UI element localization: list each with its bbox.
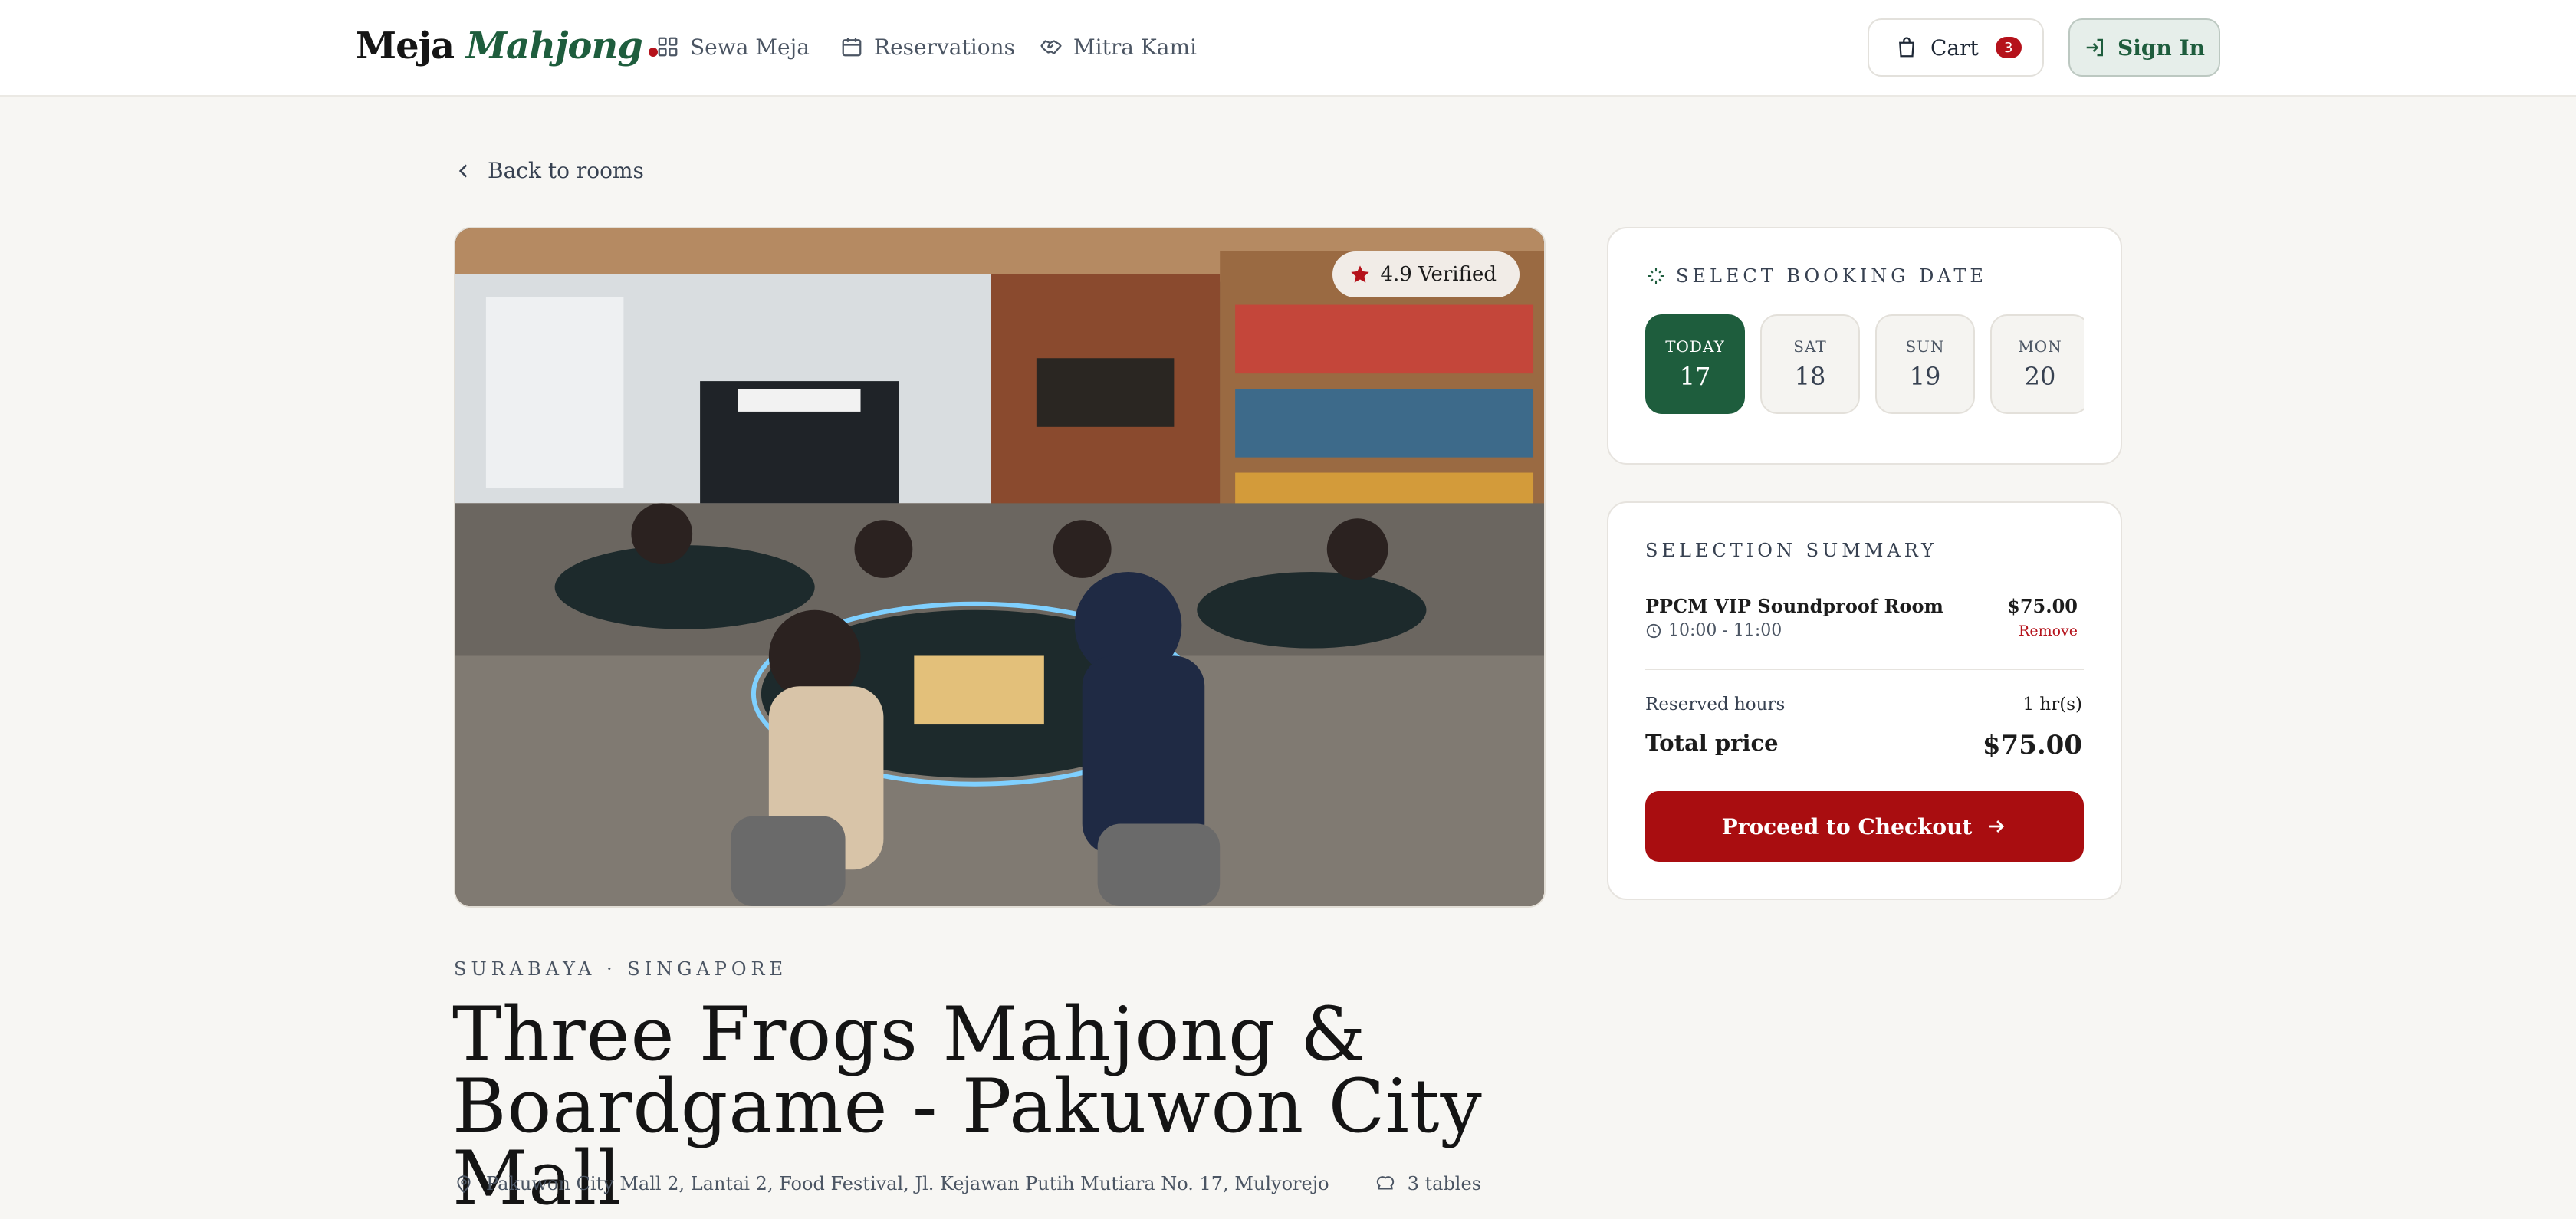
venue-location: SURABAYA · SINGAPORE (454, 958, 788, 980)
table-count: 3 tables (1407, 1173, 1482, 1194)
nav-item-sewa-meja[interactable]: Sewa Meja (656, 31, 810, 63)
date-day-number: 18 (1794, 362, 1826, 391)
booking-date-card: SELECT BOOKING DATE TODAY 17 SAT 18 SUN … (1607, 227, 2122, 465)
nav-item-label: Sewa Meja (690, 34, 810, 60)
reserved-hours-value: 1 hr(s) (2022, 695, 2082, 715)
date-day-number: 20 (2024, 362, 2056, 391)
date-option-sat[interactable]: SAT 18 (1760, 314, 1860, 414)
grid-icon (658, 37, 678, 57)
brand-name-part1: Meja (356, 25, 455, 67)
proceed-to-checkout-button[interactable]: Proceed to Checkout (1645, 791, 2084, 862)
cart-count-badge: 3 (1995, 37, 2022, 58)
rating-text: 4.9 Verified (1380, 263, 1497, 286)
nav-item-label: Mitra Kami (1073, 34, 1197, 60)
selected-time-row: 10:00 - 11:00 (1645, 621, 1782, 640)
venue-photo-illustration (455, 228, 1544, 906)
sparkle-icon (1648, 268, 1664, 284)
date-option-today[interactable]: TODAY 17 (1645, 314, 1745, 414)
checkout-label: Proceed to Checkout (1721, 813, 1973, 840)
date-day-number: 19 (1909, 362, 1941, 391)
date-day-number: 17 (1679, 362, 1711, 391)
cart-button[interactable]: Cart 3 (1868, 18, 2044, 77)
selection-summary-card: SELECTION SUMMARY PPCM VIP Soundproof Ro… (1607, 501, 2122, 900)
selected-time: 10:00 - 11:00 (1668, 621, 1783, 640)
sign-in-label: Sign In (2118, 34, 2205, 61)
date-picker-strip[interactable]: TODAY 17 SAT 18 SUN 19 MON 20 (1645, 314, 2084, 417)
sign-in-icon (2086, 38, 2103, 57)
cart-label: Cart (1930, 34, 1979, 61)
nav-item-label: Reservations (874, 34, 1015, 60)
map-pin-icon (457, 1175, 471, 1194)
top-nav-bar: Meja Mahjong Sewa Meja Reservations Mitr… (0, 0, 2576, 97)
back-link-label: Back to rooms (488, 158, 644, 183)
total-price-label: Total price (1645, 730, 1779, 756)
rating-badge: 4.9 Verified (1332, 251, 1520, 297)
date-option-mon[interactable]: MON 20 (1990, 314, 2084, 414)
date-day-of-week: SUN (1905, 337, 1945, 356)
selected-room-name: PPCM VIP Soundproof Room (1645, 595, 1944, 617)
tables-icon (1376, 1176, 1394, 1190)
brand-name-part2: Mahjong (465, 25, 643, 67)
summary-divider (1645, 669, 2084, 670)
venue-address-row: Pakuwon City Mall 2, Lantai 2, Food Fest… (454, 1173, 1481, 1194)
date-day-of-week: TODAY (1665, 337, 1725, 356)
booking-date-heading: SELECT BOOKING DATE (1645, 265, 1987, 287)
shopping-bag-icon (1899, 37, 1914, 58)
date-day-of-week: MON (2018, 337, 2062, 356)
reserved-hours-label: Reserved hours (1645, 695, 1786, 715)
nav-item-reservations[interactable]: Reservations (840, 31, 1015, 63)
clock-icon (1646, 623, 1661, 638)
remove-item-button[interactable]: Remove (2019, 623, 2078, 639)
arrow-right-icon (1990, 820, 2005, 833)
handshake-icon (1040, 40, 1062, 54)
total-price-value: $75.00 (1982, 730, 2082, 761)
date-day-of-week: SAT (1793, 337, 1827, 356)
booking-date-heading-text: SELECT BOOKING DATE (1676, 265, 1987, 287)
calendar-icon (842, 38, 862, 57)
star-icon (1351, 265, 1370, 283)
nav-item-mitra-kami[interactable]: Mitra Kami (1040, 31, 1197, 63)
back-to-rooms-link[interactable]: Back to rooms (454, 158, 644, 183)
sign-in-button[interactable]: Sign In (2068, 18, 2220, 77)
selected-room-price: $75.00 (2007, 595, 2078, 617)
chevron-left-icon (458, 163, 468, 178)
venue-photo: 4.9 Verified (454, 227, 1546, 908)
selection-summary-heading-text: SELECTION SUMMARY (1645, 540, 1937, 561)
selection-summary-heading: SELECTION SUMMARY (1645, 540, 1937, 561)
venue-address: Pakuwon City Mall 2, Lantai 2, Food Fest… (486, 1173, 1329, 1194)
date-option-sun[interactable]: SUN 19 (1875, 314, 1975, 414)
brand-logo[interactable]: Meja Mahjong (356, 25, 658, 67)
